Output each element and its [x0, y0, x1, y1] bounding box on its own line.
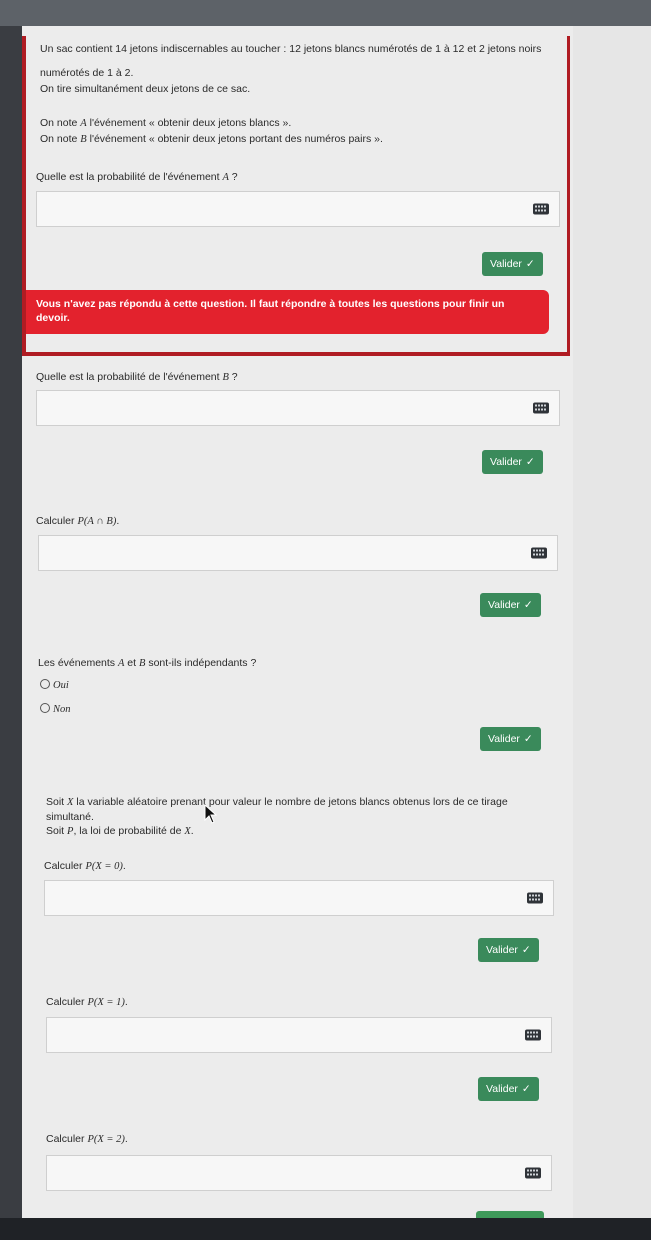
question-6-label: Calculer P(X = 1). — [46, 996, 128, 1008]
option-oui[interactable]: Oui — [40, 679, 69, 692]
check-icon: ✓ — [521, 1083, 531, 1095]
question-2-validate-button[interactable]: Valider ✓ — [482, 450, 543, 474]
radio-icon[interactable] — [40, 679, 50, 689]
keyboard-icon[interactable] — [527, 892, 543, 904]
question-5-validate-button[interactable]: Valider ✓ — [478, 938, 539, 962]
page-margin — [573, 26, 651, 1218]
validate-label: Valider — [486, 1083, 518, 1095]
question-5-label: Calculer P(X = 0). — [44, 860, 126, 872]
question-6-validate-button[interactable]: Valider ✓ — [478, 1077, 539, 1101]
keyboard-icon[interactable] — [533, 203, 549, 215]
error-alert-text: Vous n'avez pas répondu à cette question… — [36, 298, 505, 324]
question-1-label: Quelle est la probabilité de l'événement… — [36, 171, 238, 183]
question-4-label: Les événements A et B sont-ils indépenda… — [38, 657, 257, 669]
validate-label: Valider — [490, 258, 522, 270]
validate-label: Valider — [488, 599, 520, 611]
question-6-answer-field[interactable] — [46, 1017, 552, 1053]
keyboard-icon[interactable] — [533, 402, 549, 414]
validate-label: Valider — [488, 733, 520, 745]
question-5-answer-field[interactable] — [44, 880, 554, 916]
keyboard-icon[interactable] — [525, 1167, 541, 1179]
validate-label: Valider — [490, 456, 522, 468]
bottom-bar — [0, 1218, 651, 1240]
question-7-label: Calculer P(X = 2). — [46, 1133, 128, 1145]
intro-line-1: Un sac contient 14 jetons indiscernables… — [40, 43, 542, 55]
intro-line-4: On note A l'événement « obtenir deux jet… — [40, 117, 292, 129]
error-alert: Vous n'avez pas répondu à cette question… — [26, 290, 549, 334]
intro-line-2: numérotés de 1 à 2. — [40, 67, 134, 79]
question-3-answer-field[interactable] — [38, 535, 558, 571]
check-icon: ✓ — [523, 733, 533, 745]
mouse-cursor-icon — [204, 804, 218, 824]
question-4-validate-button[interactable]: Valider ✓ — [480, 727, 541, 751]
option-non[interactable]: Non — [40, 703, 71, 716]
question-1-answer-field[interactable] — [36, 191, 560, 227]
check-icon: ✓ — [521, 944, 531, 956]
rv-line-2: simultané. — [46, 811, 94, 823]
validate-label: Valider — [486, 944, 518, 956]
intro-line-3: On tire simultanément deux jetons de ce … — [40, 83, 251, 95]
question-1-validate-button[interactable]: Valider ✓ — [482, 252, 543, 276]
question-3-label: Calculer P(A ∩ B). — [36, 515, 120, 527]
keyboard-icon[interactable] — [525, 1029, 541, 1041]
browser-top-bar — [0, 0, 651, 26]
check-icon: ✓ — [525, 258, 535, 270]
error-frame-bottom — [22, 352, 570, 356]
rv-line-1: Soit X la variable aléatoire prenant pou… — [46, 796, 508, 808]
check-icon: ✓ — [525, 456, 535, 468]
intro-line-5: On note B l'événement « obtenir deux jet… — [40, 133, 383, 145]
question-2-answer-field[interactable] — [36, 390, 560, 426]
radio-icon[interactable] — [40, 703, 50, 713]
question-3-validate-button[interactable]: Valider ✓ — [480, 593, 541, 617]
error-frame-right — [567, 36, 570, 356]
question-2-label: Quelle est la probabilité de l'événement… — [36, 371, 238, 383]
question-7-answer-field[interactable] — [46, 1155, 552, 1191]
check-icon: ✓ — [523, 599, 533, 611]
rv-line-3: Soit P, la loi de probabilité de X. — [46, 825, 194, 837]
keyboard-icon[interactable] — [531, 547, 547, 559]
